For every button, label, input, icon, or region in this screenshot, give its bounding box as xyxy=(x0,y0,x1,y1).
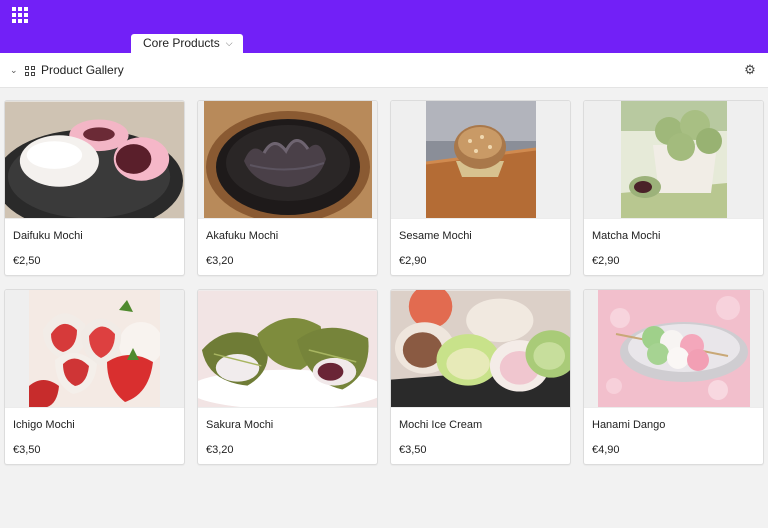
tab-core-products[interactable]: Core Products ⌵ xyxy=(131,34,243,53)
product-card[interactable]: Sakura Mochi €3,20 xyxy=(197,289,378,465)
grid-apps-icon[interactable] xyxy=(12,7,28,23)
gear-icon[interactable]: ⚙ xyxy=(743,63,757,77)
product-image xyxy=(584,101,763,219)
product-name: Daifuku Mochi xyxy=(13,230,83,242)
product-card[interactable]: Hanami Dango €4,90 xyxy=(583,289,764,465)
product-image xyxy=(5,101,184,219)
product-name: Hanami Dango xyxy=(592,419,666,431)
product-name: Akafuku Mochi xyxy=(206,230,279,242)
product-card[interactable]: Matcha Mochi €2,90 xyxy=(583,100,764,276)
product-card[interactable]: Akafuku Mochi €3,20 xyxy=(197,100,378,276)
product-image xyxy=(198,290,377,408)
product-price: €2,50 xyxy=(13,255,41,267)
product-price: €3,20 xyxy=(206,444,234,456)
product-price: €3,50 xyxy=(13,444,41,456)
product-image xyxy=(391,290,570,408)
tab-label: Core Products xyxy=(143,36,220,50)
product-price: €2,90 xyxy=(399,255,427,267)
product-name: Sesame Mochi xyxy=(399,230,472,242)
product-name: Ichigo Mochi xyxy=(13,419,75,431)
product-image xyxy=(391,101,570,219)
product-card[interactable]: Sesame Mochi €2,90 xyxy=(390,100,571,276)
product-card[interactable]: Daifuku Mochi €2,50 xyxy=(4,100,185,276)
product-image xyxy=(584,290,763,408)
product-name: Matcha Mochi xyxy=(592,230,661,242)
product-price: €2,90 xyxy=(592,255,620,267)
view-name[interactable]: Product Gallery xyxy=(41,63,124,78)
product-gallery: Daifuku Mochi €2,50 Akafuku Mochi €3,20 xyxy=(4,100,764,465)
product-name: Mochi Ice Cream xyxy=(399,419,483,431)
product-image xyxy=(5,290,184,408)
gallery-view-icon xyxy=(25,66,35,76)
product-price: €4,90 xyxy=(592,444,620,456)
product-card[interactable]: Mochi Ice Cream €3,50 xyxy=(390,289,571,465)
product-card[interactable]: Ichigo Mochi €3,50 xyxy=(4,289,185,465)
product-price: €3,50 xyxy=(399,444,427,456)
product-name: Sakura Mochi xyxy=(206,419,274,431)
product-price: €3,20 xyxy=(206,255,234,267)
view-toolbar: ⌄ Product Gallery ⚙ xyxy=(0,53,768,88)
product-image xyxy=(198,101,377,219)
app-header: Core Products ⌵ xyxy=(0,0,768,53)
chevron-down-icon: ⌵ xyxy=(225,38,233,48)
chevron-down-icon[interactable]: ⌄ xyxy=(10,65,20,75)
